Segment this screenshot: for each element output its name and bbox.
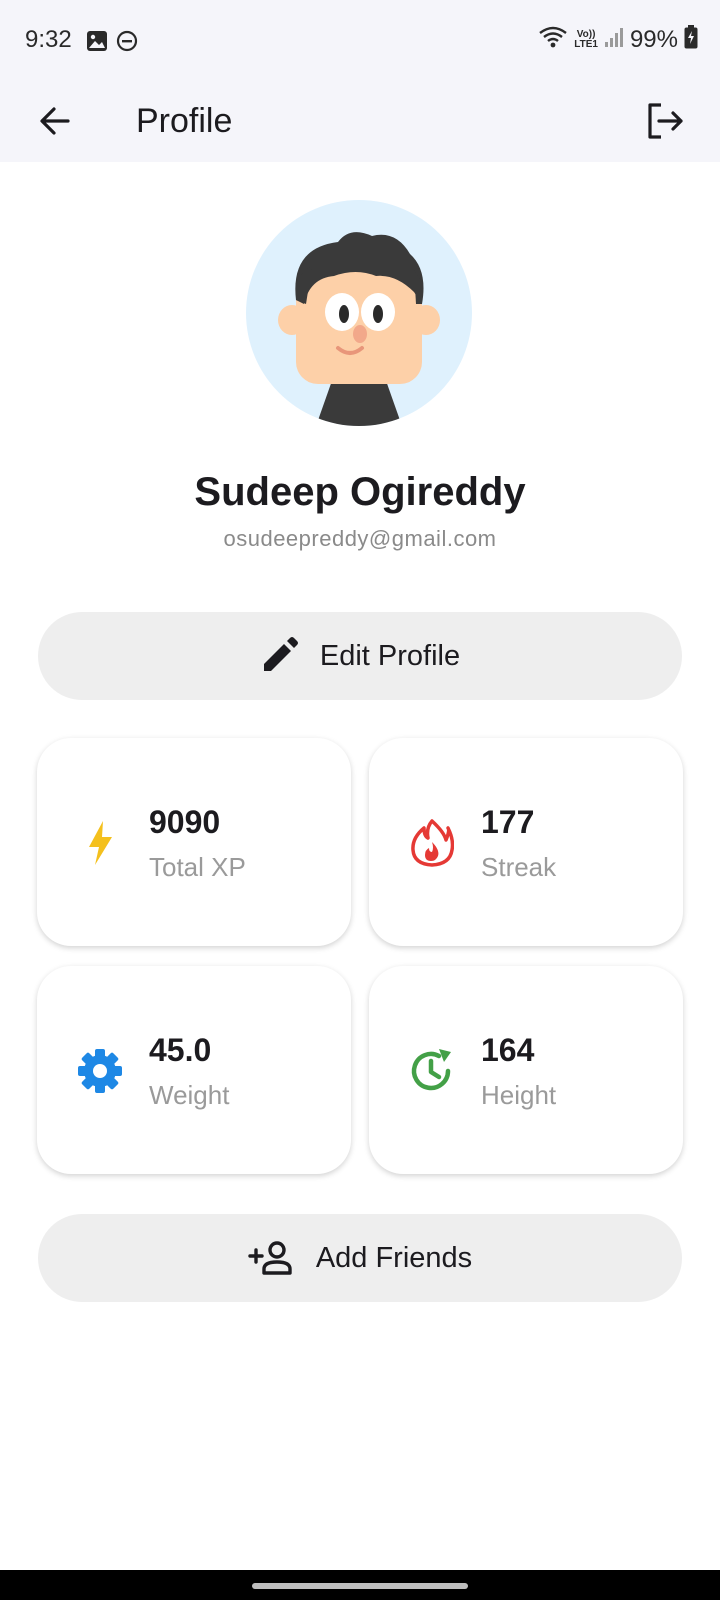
stat-card-total-xp: 9090 Total XP bbox=[37, 738, 351, 946]
image-icon bbox=[86, 30, 108, 57]
stat-card-height: 164 Height bbox=[369, 966, 683, 1174]
network-type: LTE1 bbox=[574, 38, 598, 50]
avatar[interactable] bbox=[246, 200, 472, 426]
system-nav-bar bbox=[0, 1570, 720, 1600]
add-friends-label: Add Friends bbox=[315, 1241, 473, 1274]
battery-percent: 99% bbox=[629, 25, 678, 53]
gear-icon bbox=[78, 1049, 122, 1093]
stat-label: Height bbox=[481, 1080, 557, 1110]
stat-value: 177 bbox=[481, 804, 535, 840]
dnd-icon bbox=[116, 30, 138, 57]
add-person-icon bbox=[248, 1241, 292, 1275]
page-title: Profile bbox=[136, 102, 233, 140]
battery-charging-icon bbox=[684, 25, 698, 54]
stat-label: Streak bbox=[481, 852, 557, 882]
pencil-icon bbox=[263, 637, 298, 671]
clock-refresh-icon bbox=[411, 1049, 451, 1091]
stat-label: Weight bbox=[149, 1080, 230, 1110]
user-email: osudeepreddy@gmail.com bbox=[223, 526, 497, 551]
flame-icon bbox=[411, 819, 454, 867]
arrow-left-icon bbox=[40, 107, 70, 135]
status-time: 9:32 bbox=[25, 26, 72, 53]
stat-value: 164 bbox=[481, 1032, 535, 1068]
stat-label: Total XP bbox=[149, 852, 246, 882]
stat-value: 9090 bbox=[149, 804, 221, 840]
signal-icon bbox=[604, 26, 624, 53]
edit-profile-label: Edit Profile bbox=[319, 639, 461, 672]
home-gesture-handle[interactable] bbox=[252, 1583, 468, 1589]
status-bar: 9:32 Vo)) LTE1 99% bbox=[0, 0, 720, 82]
back-button[interactable] bbox=[30, 96, 80, 146]
lightning-icon bbox=[89, 821, 112, 865]
add-friends-button[interactable]: Add Friends bbox=[38, 1214, 682, 1302]
wifi-icon bbox=[538, 24, 568, 55]
logout-icon bbox=[648, 103, 683, 139]
avatar-illustration bbox=[278, 232, 440, 426]
stat-card-streak: 177 Streak bbox=[369, 738, 683, 946]
edit-profile-button[interactable]: Edit Profile bbox=[38, 612, 682, 700]
user-name: Sudeep Ogireddy bbox=[194, 470, 526, 514]
app-bar: Profile bbox=[0, 82, 720, 162]
stat-card-weight: 45.0 Weight bbox=[37, 966, 351, 1174]
logout-button[interactable] bbox=[640, 96, 690, 146]
stat-value: 45.0 bbox=[149, 1032, 212, 1068]
volte-icon: Vo)) LTE1 bbox=[574, 28, 598, 50]
